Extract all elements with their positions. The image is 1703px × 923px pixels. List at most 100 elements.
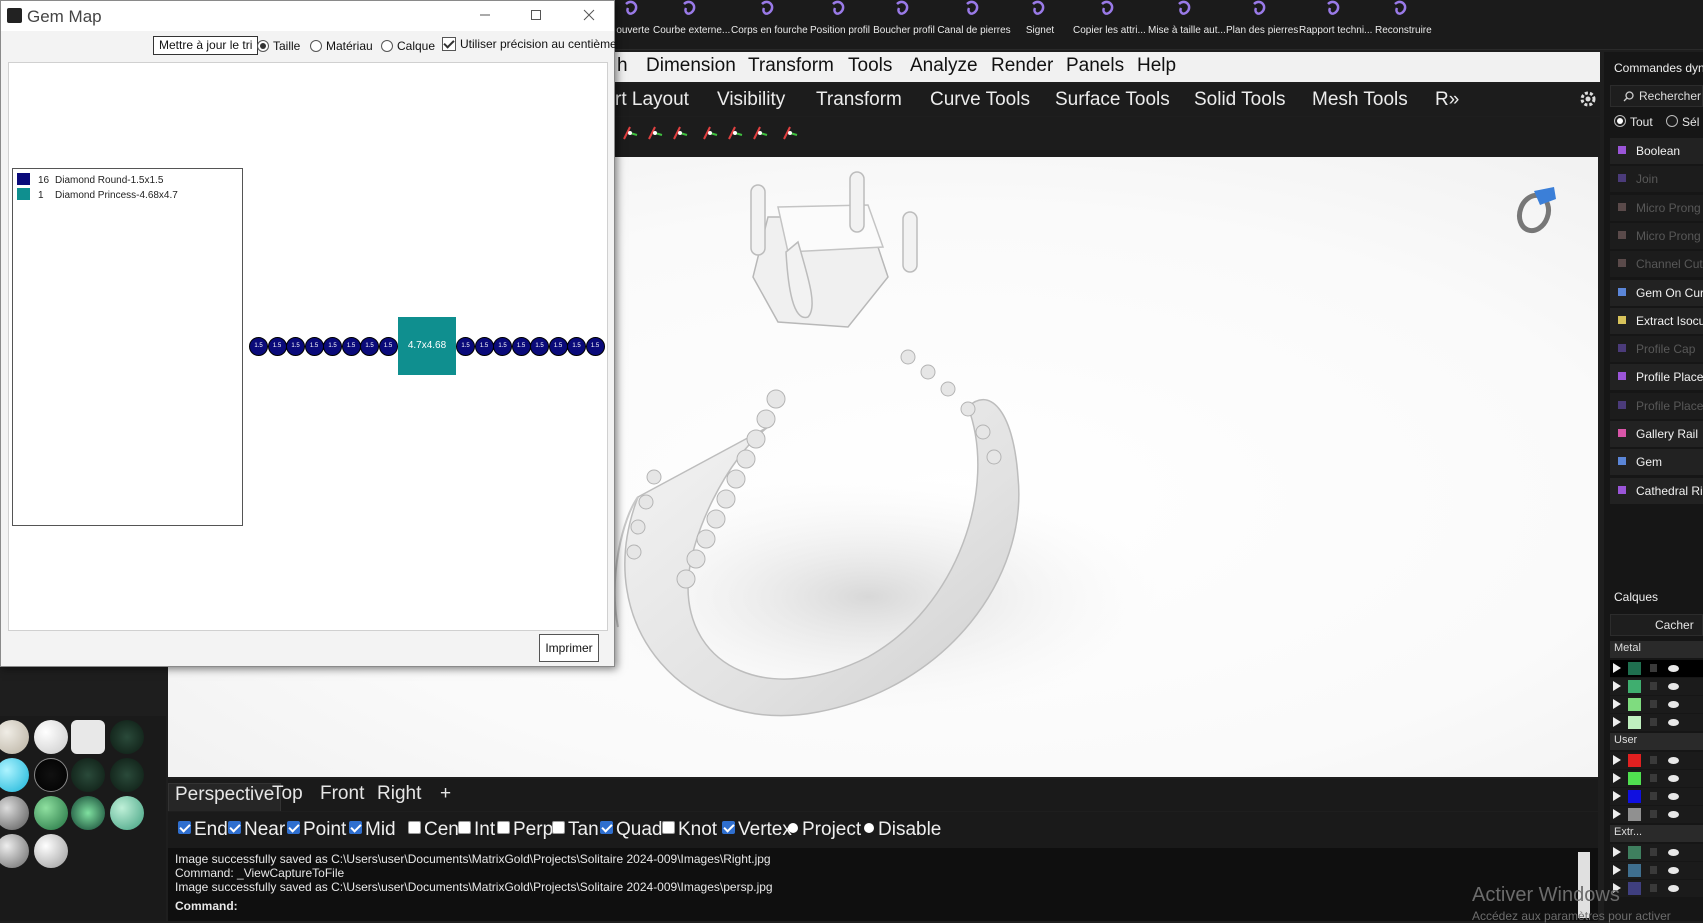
osnap-project[interactable]: Project: [788, 819, 861, 841]
axis-tool-icon[interactable]: [700, 123, 720, 143]
menu-item-dimension[interactable]: Dimension: [646, 55, 736, 77]
minimize-icon[interactable]: [477, 7, 493, 23]
view-tab-top[interactable]: Top: [266, 783, 309, 805]
eye-icon[interactable]: [1668, 701, 1679, 708]
osnap-near[interactable]: Near: [228, 819, 285, 841]
layer-row[interactable]: [1610, 770, 1703, 787]
eye-icon[interactable]: [1668, 775, 1679, 782]
lock-icon[interactable]: [1650, 756, 1657, 764]
osnap-checkbox[interactable]: [788, 823, 798, 833]
expand-arrow-icon[interactable]: [1613, 847, 1621, 857]
view-tab-perspective[interactable]: Perspective: [168, 783, 282, 811]
filter-selected-radio[interactable]: Sél: [1666, 115, 1699, 129]
eye-icon[interactable]: [1668, 757, 1679, 764]
material-swatch[interactable]: [34, 720, 68, 754]
material-swatch[interactable]: [71, 796, 105, 830]
menu-item-render[interactable]: Render: [991, 55, 1053, 77]
osnap-checkbox[interactable]: [287, 821, 300, 834]
command-item[interactable]: Cathedral Ri: [1610, 477, 1703, 504]
axis-tool-icon[interactable]: [620, 123, 640, 143]
user-material-icon[interactable]: [110, 720, 144, 754]
command-item[interactable]: Join: [1610, 166, 1703, 193]
layer-row[interactable]: [1610, 806, 1703, 823]
command-item[interactable]: Gem: [1610, 449, 1703, 476]
osnap-checkbox[interactable]: [178, 821, 191, 834]
filter-all-radio[interactable]: Tout: [1614, 115, 1653, 129]
gear-icon[interactable]: [1578, 89, 1598, 109]
command-search-input[interactable]: Rechercher: [1610, 85, 1703, 107]
osnap-quad[interactable]: Quad: [600, 819, 662, 841]
eye-icon[interactable]: [1668, 849, 1679, 856]
menu-item-tools[interactable]: Tools: [848, 55, 892, 77]
layer-color-swatch[interactable]: [1628, 754, 1641, 767]
tab-surface-tools[interactable]: Surface Tools: [1055, 89, 1170, 111]
layer-color-swatch[interactable]: [1628, 864, 1641, 877]
layer-color-swatch[interactable]: [1628, 772, 1641, 785]
menu-item-analyze[interactable]: Analyze: [910, 55, 978, 77]
material-swatch[interactable]: [0, 834, 29, 868]
osnap-tan[interactable]: Tan: [552, 819, 599, 841]
eye-icon[interactable]: [1668, 793, 1679, 800]
print-button[interactable]: Imprimer: [539, 634, 599, 662]
layer-row[interactable]: [1610, 880, 1703, 897]
layer-color-swatch[interactable]: [1628, 698, 1641, 711]
material-swatch[interactable]: [34, 834, 68, 868]
view-tab-front[interactable]: Front: [314, 783, 370, 805]
osnap-vertex[interactable]: Vertex: [722, 819, 792, 841]
material-swatch[interactable]: [34, 758, 68, 792]
toolbar-button-auto-size[interactable]: Mise à taille aut...: [1148, 0, 1226, 48]
material-radio[interactable]: Matériau: [310, 39, 373, 53]
layer-color-swatch[interactable]: [1628, 790, 1641, 803]
osnap-checkbox[interactable]: [458, 821, 471, 834]
material-swatch[interactable]: [34, 796, 68, 830]
lock-icon[interactable]: [1650, 774, 1657, 782]
lock-icon[interactable]: [1650, 700, 1657, 708]
material-swatch[interactable]: [0, 720, 29, 754]
close-icon[interactable]: [581, 7, 597, 23]
toolbar-button-external-curve[interactable]: Courbe externe...: [653, 0, 730, 48]
toolbar-button-copy-attributes[interactable]: Copier les attri...: [1073, 0, 1146, 48]
layer-group-header[interactable]: Metal: [1610, 641, 1703, 658]
menu-item-help[interactable]: Help: [1137, 55, 1176, 77]
eye-icon[interactable]: [1668, 719, 1679, 726]
osnap-checkbox[interactable]: [662, 821, 675, 834]
eye-icon[interactable]: [1668, 885, 1679, 892]
lock-icon[interactable]: [1650, 848, 1657, 856]
ring-thumbnail-icon[interactable]: [1508, 177, 1564, 237]
osnap-point[interactable]: Point: [287, 819, 346, 841]
osnap-mid[interactable]: Mid: [349, 819, 396, 841]
layer-group-header[interactable]: Extr...: [1610, 825, 1703, 842]
osnap-checkbox[interactable]: [349, 821, 362, 834]
expand-arrow-icon[interactable]: [1613, 681, 1621, 691]
lock-icon[interactable]: [1650, 866, 1657, 874]
command-item[interactable]: Boolean: [1610, 138, 1703, 164]
user-material-icon[interactable]: [71, 758, 105, 792]
lock-icon[interactable]: [1650, 810, 1657, 818]
layer-row[interactable]: [1610, 696, 1703, 713]
osnap-perp[interactable]: Perp: [497, 819, 553, 841]
menu-item-transform[interactable]: Transform: [748, 55, 834, 77]
eye-icon[interactable]: [1668, 811, 1679, 818]
axis-tool-icon[interactable]: [670, 123, 690, 143]
layer-row[interactable]: [1610, 714, 1703, 731]
osnap-end[interactable]: End: [178, 819, 228, 841]
command-item[interactable]: Profile Place: [1610, 364, 1703, 391]
osnap-checkbox[interactable]: [600, 821, 613, 834]
layer-row[interactable]: [1610, 844, 1703, 861]
view-tab-right[interactable]: Right: [371, 783, 427, 805]
toolbar-button-bookmark[interactable]: Signet: [1025, 0, 1055, 48]
window-titlebar[interactable]: Gem Map: [1, 1, 614, 31]
axis-tool-icon[interactable]: [750, 123, 770, 143]
osnap-int[interactable]: Int: [458, 819, 495, 841]
command-item[interactable]: Profile Cap: [1610, 336, 1703, 363]
osnap-checkbox[interactable]: [552, 821, 565, 834]
size-radio[interactable]: Taille: [257, 39, 300, 53]
command-item[interactable]: Gem On Cur: [1610, 279, 1703, 306]
osnap-cen[interactable]: Cen: [408, 819, 459, 841]
eye-icon[interactable]: [1668, 867, 1679, 874]
material-swatch[interactable]: [110, 796, 144, 830]
command-item[interactable]: Channel Cut: [1610, 251, 1703, 278]
material-swatch[interactable]: [0, 796, 29, 830]
osnap-disable[interactable]: Disable: [864, 819, 941, 841]
material-swatch[interactable]: [71, 720, 105, 754]
